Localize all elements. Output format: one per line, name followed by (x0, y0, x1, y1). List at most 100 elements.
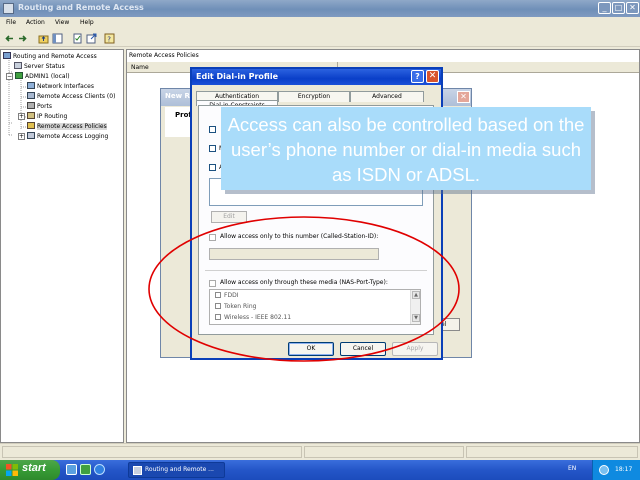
server-local-icon (15, 72, 23, 79)
minimize-button[interactable]: _ (598, 2, 611, 14)
constraint-checkbox-1[interactable] (209, 126, 216, 133)
called-station-label: Allow access only to this number (Called… (220, 233, 379, 240)
windows-logo-icon (6, 464, 18, 476)
tree-item-label: Network Interfaces (37, 83, 94, 90)
clients-icon (27, 92, 35, 99)
routing-icon (3, 52, 11, 59)
tree-item-label: Server Status (24, 63, 65, 70)
media-option-wireless[interactable]: Wireless - IEEE 802.11 (215, 314, 291, 321)
network-icon (27, 82, 35, 89)
media-player-icon[interactable] (80, 464, 91, 475)
column-name[interactable]: Name (131, 64, 149, 71)
tree-item-ports[interactable]: Ports (27, 102, 52, 112)
up-folder-icon[interactable] (38, 33, 49, 44)
system-tray: 18:17 (592, 460, 640, 480)
called-station-input[interactable] (209, 248, 379, 260)
show-desktop-icon[interactable] (66, 464, 77, 475)
tree-item-label: Ports (37, 103, 53, 110)
window-title-bar[interactable]: Routing and Remote Access _ □ ✕ (0, 0, 640, 17)
tree-item-label: Remote Access Logging (37, 133, 109, 140)
ip-routing-icon (27, 112, 35, 119)
menu-file[interactable]: File (6, 19, 16, 26)
tab-advanced[interactable]: Advanced (350, 91, 424, 102)
status-cell (466, 446, 638, 458)
taskbar-task-label: Routing and Remote ... (145, 466, 214, 473)
window-title: Routing and Remote Access (18, 3, 144, 12)
help-icon[interactable]: ? (104, 33, 115, 44)
details-pane-title: Remote Access Policies (129, 52, 199, 59)
new-policy-close-button[interactable]: ✕ (457, 91, 470, 103)
properties-icon[interactable] (72, 33, 83, 44)
callout-text: Access can also be controlled based on t… (227, 114, 585, 185)
media-checkbox[interactable] (215, 303, 221, 309)
routing-app-icon (3, 3, 14, 14)
tree-item-label: Routing and Remote Access (13, 53, 97, 60)
dialog-help-button[interactable]: ? (411, 70, 424, 83)
nas-port-checkbox[interactable] (209, 280, 216, 287)
media-option-token-ring[interactable]: Token Ring (215, 303, 256, 310)
language-indicator[interactable]: EN (568, 465, 576, 472)
console-tree[interactable]: Routing and Remote Access Server Status … (0, 49, 124, 443)
tree-item-ip-routing[interactable]: IP Routing (27, 112, 67, 122)
start-button[interactable]: start (0, 460, 60, 480)
tree-item-remote-access-clients[interactable]: Remote Access Clients (0) (27, 92, 115, 102)
media-listbox[interactable]: FDDI Token Ring Wireless - IEEE 802.11 ▲… (209, 289, 421, 325)
tree-item-server-status[interactable]: Server Status (14, 62, 65, 72)
apply-button[interactable]: Apply (392, 342, 438, 356)
logging-icon (27, 132, 35, 139)
status-cell (304, 446, 464, 458)
tree-expander-logging[interactable]: + (18, 133, 25, 140)
separator (205, 270, 427, 271)
svg-text:?: ? (107, 36, 111, 44)
taskbar-routing-button[interactable]: Routing and Remote ... (128, 462, 225, 478)
tree-expander-admin1[interactable]: − (6, 73, 13, 80)
menu-view[interactable]: View (55, 19, 69, 26)
policies-icon (27, 122, 35, 129)
tree-item-remote-access-policies[interactable]: Remote Access Policies (27, 122, 107, 132)
clock[interactable]: 18:17 (615, 466, 632, 473)
internet-explorer-icon[interactable] (94, 464, 105, 475)
media-label: FDDI (224, 292, 239, 299)
tree-item-routing-root[interactable]: Routing and Remote Access (3, 52, 97, 62)
menu-help[interactable]: Help (80, 19, 94, 26)
dialog-title: Edit Dial-in Profile (196, 72, 279, 81)
dialog-title-bar[interactable]: Edit Dial-in Profile (192, 69, 441, 85)
menu-action[interactable]: Action (26, 19, 45, 26)
forward-icon[interactable] (17, 33, 28, 44)
tree-item-remote-access-logging[interactable]: Remote Access Logging (27, 132, 108, 142)
media-label: Token Ring (224, 303, 257, 310)
tree-item-network-interfaces[interactable]: Network Interfaces (27, 82, 94, 92)
cancel-button[interactable]: Cancel (340, 342, 386, 356)
show-hide-tree-icon[interactable] (52, 33, 63, 44)
status-bar (0, 443, 640, 460)
ok-button[interactable]: OK (288, 342, 334, 356)
routing-app-icon (133, 466, 142, 475)
media-option-fddi[interactable]: FDDI (215, 292, 238, 299)
constraint-checkbox-2[interactable] (209, 145, 216, 152)
constraint-checkbox-3[interactable] (209, 164, 216, 171)
nas-port-label: Allow access only through these media (N… (220, 279, 388, 286)
edit-button[interactable]: Edit (211, 211, 247, 223)
tab-encryption[interactable]: Encryption (278, 91, 350, 102)
scroll-up-icon[interactable]: ▲ (412, 291, 420, 299)
menu-bar: File Action View Help (0, 17, 640, 30)
media-checkbox[interactable] (215, 292, 221, 298)
taskbar: start Routing and Remote ... EN 18:17 (0, 460, 640, 480)
scroll-down-icon[interactable]: ▼ (412, 314, 420, 322)
network-tray-icon[interactable] (599, 465, 609, 475)
back-icon[interactable] (4, 33, 15, 44)
toolbar: ? (0, 30, 640, 47)
dialog-close-button[interactable]: ✕ (426, 70, 439, 83)
status-cell (2, 446, 302, 458)
tree-item-label: Remote Access Clients (0) (37, 93, 116, 100)
media-checkbox[interactable] (215, 314, 221, 320)
listbox-scrollbar[interactable]: ▲ ▼ (410, 290, 420, 324)
tree-item-label: IP Routing (37, 113, 68, 120)
export-icon[interactable] (86, 33, 97, 44)
tree-expander-ip-routing[interactable]: + (18, 113, 25, 120)
tree-item-admin1[interactable]: ADMIN1 (local) (15, 72, 70, 82)
close-button[interactable]: ✕ (626, 2, 639, 14)
tree-item-label: Remote Access Policies (37, 123, 107, 130)
called-station-checkbox[interactable] (209, 234, 216, 241)
maximize-button[interactable]: □ (612, 2, 625, 14)
